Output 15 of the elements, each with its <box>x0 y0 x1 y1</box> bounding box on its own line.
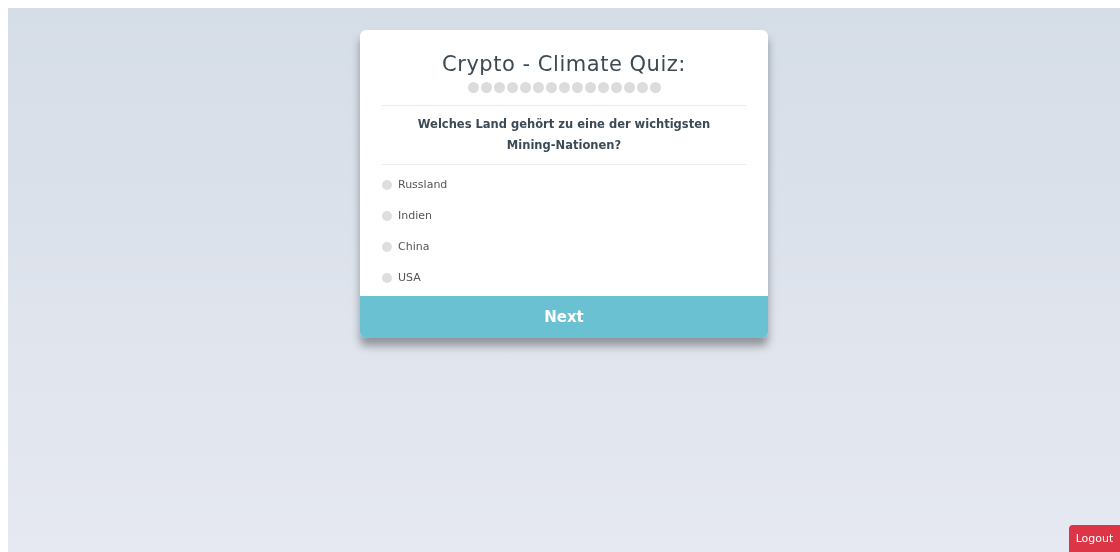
question-text: Welches Land gehört zu eine der wichtigsten Mining-Nationen? <box>416 116 712 154</box>
answer-option[interactable]: China <box>382 237 746 257</box>
answer-option[interactable]: Russland <box>382 175 746 195</box>
option-label: USA <box>398 269 421 286</box>
option-label: Indien <box>398 207 432 224</box>
radio-button[interactable] <box>382 180 392 190</box>
logout-button[interactable]: Logout <box>1069 525 1120 552</box>
option-label: Russland <box>398 176 448 193</box>
radio-button[interactable] <box>382 211 392 221</box>
quiz-title: Crypto - Climate Quiz: <box>442 51 686 78</box>
option-label: China <box>398 238 430 255</box>
answer-option[interactable]: Indien <box>382 206 746 226</box>
radio-button[interactable] <box>382 242 392 252</box>
answer-option[interactable]: USA <box>382 268 746 288</box>
radio-button[interactable] <box>382 273 392 283</box>
